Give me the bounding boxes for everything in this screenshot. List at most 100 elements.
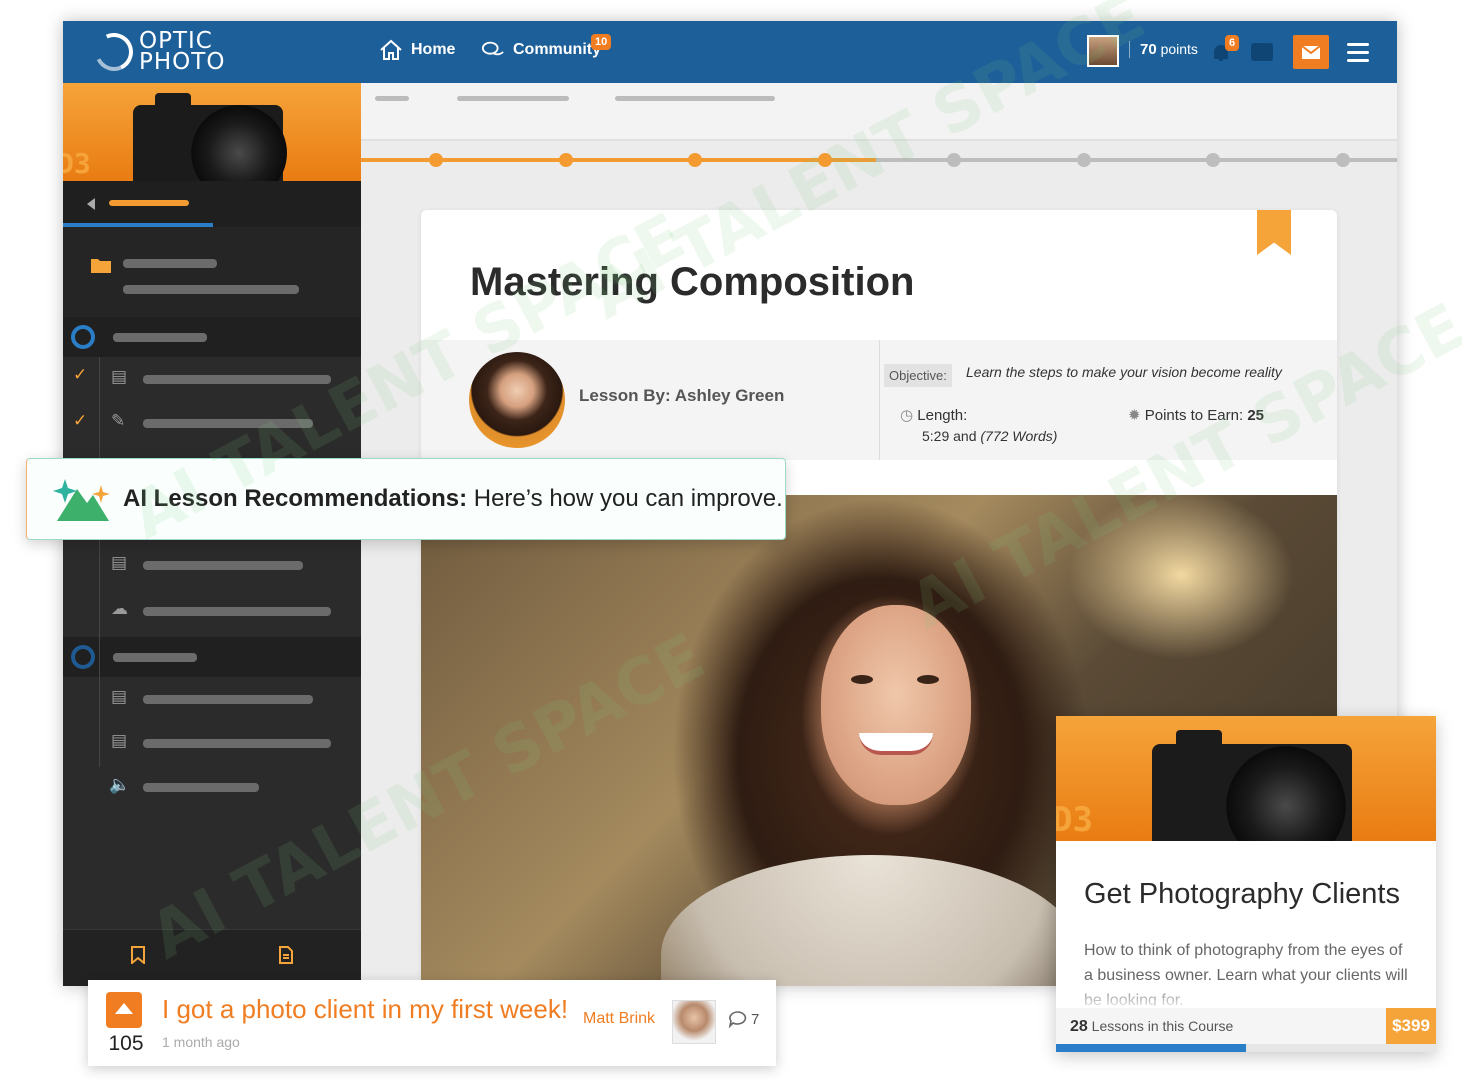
length-label: ◷ Length: (900, 406, 967, 424)
module-ring-icon (71, 645, 95, 669)
check-icon: ✓ (73, 411, 88, 430)
bookmark-icon[interactable] (131, 946, 145, 964)
logo[interactable]: OPTIC PHOTO (89, 27, 226, 77)
lesson-details: Objective: Learn the steps to make your … (879, 340, 1337, 460)
community-badge: 10 (591, 34, 612, 50)
module-ring-icon (71, 325, 95, 349)
speaker-icon: 🔈 (109, 775, 131, 794)
placeholder-bar (113, 653, 197, 662)
post-comment-count[interactable]: 7 (728, 1010, 759, 1028)
community-post[interactable]: 105 I got a photo client in my first wee… (88, 980, 776, 1066)
course-card[interactable]: D3 Get Photography Clients How to think … (1056, 716, 1436, 1052)
course-lesson-count: 28 Lessons in this Course (1070, 1018, 1233, 1036)
top-bar: OPTIC PHOTO Home Community 10 70 points … (63, 21, 1397, 83)
ai-recommendations-title: AI Lesson Recommendations: (123, 485, 468, 512)
sidebar-module[interactable] (63, 317, 361, 357)
sidebar-lesson-item[interactable]: ☁ (63, 587, 361, 637)
sidebar-module[interactable] (63, 637, 361, 677)
logo-line-2: PHOTO (139, 49, 226, 75)
placeholder-bar (143, 419, 313, 428)
progress-step-complete[interactable] (688, 153, 702, 167)
sidebar-back-row[interactable] (63, 181, 361, 227)
progress-step[interactable] (1335, 153, 1350, 167)
sidebar-lesson-item[interactable]: ▤ (63, 543, 361, 587)
course-thumbnail: D3 (1056, 716, 1436, 841)
sidebar-lesson-item[interactable]: ✓ ▤ (63, 357, 361, 401)
progress-step-complete[interactable] (429, 153, 443, 167)
placeholder-bar (109, 200, 189, 206)
points-to-earn: ✹ Points to Earn: 25 (1128, 406, 1264, 424)
lesson-title: Mastering Composition (470, 260, 915, 304)
logo-text: OPTIC PHOTO (139, 30, 226, 75)
placeholder-bar (123, 285, 299, 294)
placeholder-bar (113, 333, 207, 342)
points-display: 70 points (1129, 41, 1198, 58)
placeholder-bar (143, 561, 303, 570)
cloud-download-icon: ☁ (111, 599, 128, 618)
logo-mark-icon (89, 27, 139, 77)
comment-icon (728, 1011, 747, 1028)
sidebar-lesson-item[interactable]: 🔈 (63, 765, 361, 809)
sidebar-lesson-item[interactable]: ▤ (63, 677, 361, 721)
sidebar-lesson-item[interactable]: ✓ ✎ (63, 401, 361, 445)
breadcrumb-item[interactable] (457, 96, 569, 101)
lesson-meta: Lesson By: Ashley Green Objective: Learn… (421, 340, 1337, 460)
course-thumbnail: D3 (63, 83, 361, 181)
chat-bubbles-icon (481, 41, 504, 56)
course-lesson-count-label: Lessons in this Course (1087, 1018, 1234, 1034)
placeholder-bar (123, 259, 217, 268)
placeholder-bar (143, 607, 331, 616)
post-author-avatar[interactable] (672, 1000, 716, 1044)
mail-button[interactable] (1293, 35, 1329, 69)
badge-icon: ✹ (1128, 407, 1141, 424)
progress-step-complete[interactable] (558, 153, 573, 167)
thumbnail-strap-text: D3 (1056, 800, 1093, 840)
nav-home[interactable]: Home (379, 39, 455, 61)
course-progress-bar (1056, 1044, 1436, 1052)
film-icon: ▤ (111, 553, 128, 572)
portrait-face (821, 605, 971, 805)
ai-recommendations-banner[interactable]: AI Lesson Recommendations: Here’s how yo… (26, 458, 786, 540)
film-icon: ▤ (111, 687, 128, 706)
notification-badge: 6 (1225, 35, 1240, 51)
progress-step-complete[interactable] (817, 153, 832, 167)
document-icon[interactable] (279, 946, 293, 964)
breadcrumb-item[interactable] (615, 96, 775, 101)
points-to-earn-label: Points to Earn: (1144, 407, 1248, 424)
vote-count: 105 (108, 1032, 144, 1055)
film-icon: ▤ (111, 367, 128, 386)
bookmark-ribbon-icon[interactable] (1257, 210, 1291, 255)
user-avatar[interactable] (1087, 35, 1119, 67)
length-time: 5:29 and (922, 428, 981, 444)
thumbnail-strap-text: D3 (63, 147, 91, 180)
post-title[interactable]: I got a photo client in my first week! (162, 994, 568, 1025)
nav-community[interactable]: Community 10 (481, 34, 612, 61)
sidebar-section-header[interactable] (63, 227, 361, 317)
objective-text: Learn the steps to make your vision beco… (966, 364, 1282, 380)
sidebar-footer (63, 929, 361, 986)
placeholder-bar (143, 783, 259, 792)
notifications-button[interactable]: 6 (1211, 35, 1240, 68)
progress-step[interactable] (947, 153, 961, 167)
post-author[interactable]: Matt Brink (583, 1010, 655, 1028)
sidebar-lesson-item[interactable]: ▤ (63, 721, 361, 765)
chevron-left-icon (87, 198, 95, 210)
placeholder-bar (143, 739, 331, 748)
length-words: (772 Words) (980, 428, 1058, 444)
placeholder-bar (143, 695, 313, 704)
points-to-earn-value: 25 (1247, 407, 1264, 424)
progress-step[interactable] (1206, 153, 1220, 167)
upvote-button[interactable] (106, 992, 142, 1028)
progress-step[interactable] (1076, 153, 1091, 167)
nav-community-label: Community (513, 41, 601, 58)
ai-sparkle-mountain-icon (53, 479, 110, 521)
inbox-icon[interactable] (1251, 43, 1273, 61)
breadcrumb-item[interactable] (375, 96, 409, 101)
home-icon (380, 39, 402, 60)
objective-label: Objective: (884, 364, 952, 387)
course-footer: 28 Lessons in this Course $399 (1056, 1008, 1436, 1044)
hamburger-menu-icon[interactable] (1347, 43, 1369, 67)
envelope-icon (1301, 44, 1321, 59)
ai-recommendations-text: AI Lesson Recommendations: Here’s how yo… (123, 485, 783, 513)
length-label-text: Length: (917, 407, 968, 424)
